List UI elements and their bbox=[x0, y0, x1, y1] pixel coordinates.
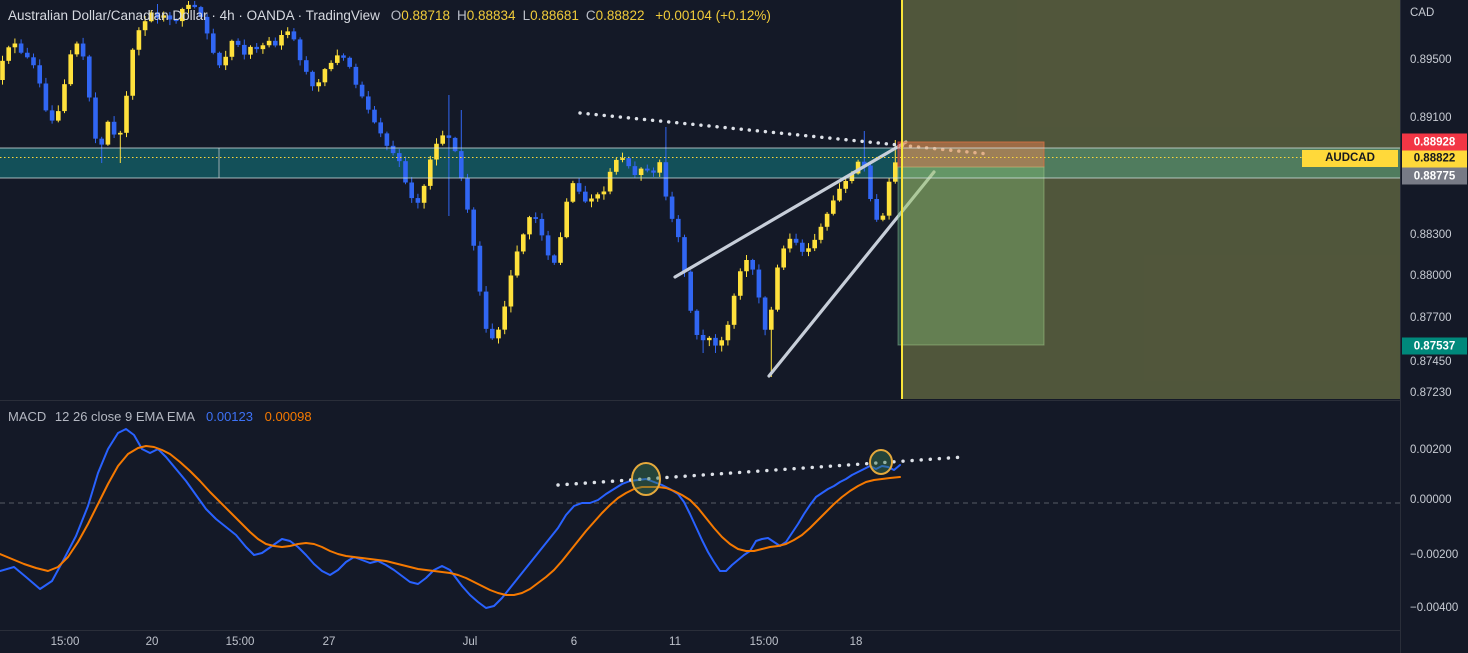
trading-chart-app: Australian Dollar/Canadian Dollar · 4h ·… bbox=[0, 0, 1468, 653]
macd-indicator-name[interactable]: MACD bbox=[8, 409, 46, 424]
time-axis-label: 6 bbox=[570, 636, 578, 648]
candlestick-chart[interactable] bbox=[0, 0, 1400, 400]
time-axis[interactable]: 15:00 20 15:00 27 Jul 6 11 15:00 18 bbox=[0, 630, 1400, 653]
macd-value: 0.00123 bbox=[206, 409, 253, 424]
ohlc-values: O0.88718 H0.88834 L0.88681 C0.88822 bbox=[384, 8, 645, 23]
macd-legend[interactable]: MACD 12 26 close 9 EMA EMA 0.00123 0.000… bbox=[8, 409, 312, 424]
axis-tick-label: 0.00000 bbox=[1410, 494, 1452, 506]
time-axis-label: Jul bbox=[462, 636, 478, 648]
symbol-description[interactable]: Australian Dollar/Canadian Dollar · 4h ·… bbox=[8, 8, 380, 23]
time-axis-label: 15:00 bbox=[50, 636, 80, 648]
price-axis[interactable]: CAD 0.89500 0.89100 0.88300 0.88000 0.87700 0… bbox=[1400, 0, 1468, 653]
macd-indicator-pane[interactable] bbox=[0, 400, 1400, 631]
price-change: +0.00104 (+0.12%) bbox=[655, 8, 771, 23]
last-price-badge: 0.88822 bbox=[1402, 150, 1467, 167]
axis-tick-label: 0.87230 bbox=[1410, 387, 1452, 399]
macd-dotted-trendline[interactable] bbox=[556, 455, 965, 487]
chart-legend[interactable]: Australian Dollar/Canadian Dollar · 4h ·… bbox=[8, 8, 771, 23]
low-band-badge: 0.88775 bbox=[1402, 167, 1467, 185]
time-axis-label: 20 bbox=[145, 636, 159, 648]
time-axis-label: 27 bbox=[322, 636, 336, 648]
axis-tick-label: −0.00200 bbox=[1410, 549, 1459, 561]
target-price-badge: 0.87537 bbox=[1402, 337, 1467, 355]
time-axis-label: 11 bbox=[669, 636, 681, 648]
ohlc-key: O bbox=[390, 8, 402, 23]
macd-peak-circle[interactable] bbox=[631, 462, 661, 496]
macd-params: 12 26 close 9 EMA EMA bbox=[54, 409, 195, 424]
axis-tick-label: 0.88300 bbox=[1410, 229, 1452, 241]
axis-tick-label: 0.89500 bbox=[1410, 54, 1452, 66]
macd-peak-circle[interactable] bbox=[869, 449, 893, 475]
ohlc-value: 0.88681 bbox=[530, 8, 579, 23]
axis-tick-label: 0.87450 bbox=[1410, 356, 1452, 368]
ohlc-key: L bbox=[522, 8, 531, 23]
axis-tick-label: 0.00200 bbox=[1410, 444, 1452, 456]
axis-currency-label: CAD bbox=[1410, 7, 1435, 19]
ohlc-key: H bbox=[457, 8, 467, 23]
time-axis-label: 15:00 bbox=[225, 636, 255, 648]
highlight-region bbox=[902, 0, 1400, 399]
macd-line bbox=[0, 428, 901, 609]
candles bbox=[0, 1, 898, 377]
ohlc-value: 0.88718 bbox=[401, 8, 451, 23]
price-chart-pane[interactable] bbox=[0, 0, 1400, 400]
macd-signal-line bbox=[0, 445, 901, 596]
ohlc-key: C bbox=[585, 8, 596, 23]
macd-signal-value: 0.00098 bbox=[264, 409, 312, 424]
price-line-symbol-label[interactable]: AUDCAD bbox=[1302, 149, 1398, 167]
time-axis-label: 18 bbox=[849, 636, 863, 648]
axis-tick-label: 0.89100 bbox=[1410, 112, 1452, 124]
axis-tick-label: 0.87700 bbox=[1410, 312, 1452, 324]
ohlc-value: 0.88834 bbox=[466, 8, 516, 23]
time-axis-label: 15:00 bbox=[749, 636, 779, 648]
stop-price-badge: 0.88928 bbox=[1402, 133, 1467, 151]
axis-tick-label: −0.00400 bbox=[1410, 602, 1459, 614]
axis-tick-label: 0.88000 bbox=[1410, 270, 1452, 282]
ohlc-value: 0.88822 bbox=[595, 8, 645, 23]
macd-chart[interactable] bbox=[0, 401, 1400, 631]
